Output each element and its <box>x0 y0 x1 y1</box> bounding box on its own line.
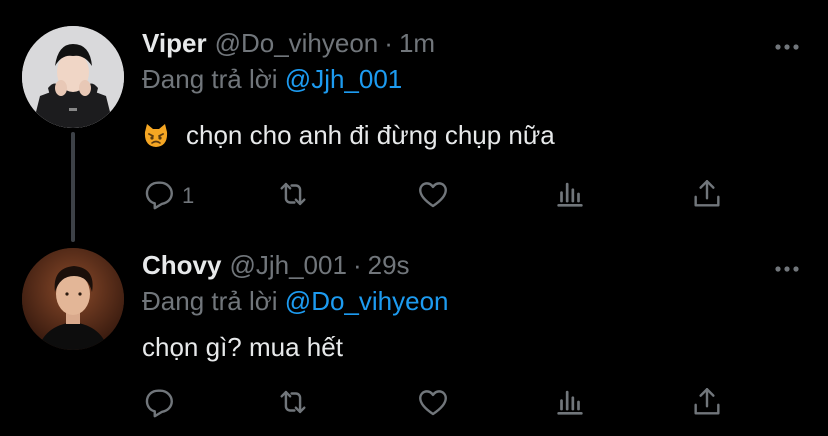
mention-link[interactable]: @Do_vihyeon <box>285 286 449 316</box>
mention-link[interactable]: @Jjh_001 <box>285 64 402 94</box>
share-icon <box>690 385 724 424</box>
replying-to-label: Đang trả lời <box>142 286 278 316</box>
tweet-text: chọn cho anh đi đừng chụp nữa <box>142 120 555 151</box>
analytics-button[interactable] <box>553 384 587 424</box>
more-icon[interactable] <box>774 40 800 52</box>
reply-icon <box>142 385 176 424</box>
user-handle[interactable]: @Jjh_001 <box>229 250 346 281</box>
more-icon[interactable] <box>774 262 800 274</box>
heart-icon <box>416 385 450 424</box>
reply-icon <box>142 177 176 216</box>
replying-to: Đang trả lời @Jjh_001 <box>142 64 402 95</box>
replying-to: Đang trả lời @Do_vihyeon <box>142 286 449 317</box>
tweet-text-content: chọn cho anh đi đừng chụp nữa <box>186 120 555 150</box>
analytics-icon <box>553 177 587 216</box>
separator: · <box>352 250 362 280</box>
replying-to-label: Đang trả lời <box>142 64 278 94</box>
tweet[interactable]: Viper @Do_vihyeon · 1m Đang trả lời @Jjh… <box>0 0 828 242</box>
tweet-text-content: chọn gì? mua hết <box>142 332 343 362</box>
heart-icon <box>416 177 450 216</box>
retweet-button[interactable] <box>276 384 310 424</box>
like-button[interactable] <box>416 176 450 216</box>
display-name[interactable]: Chovy <box>142 250 221 281</box>
timestamp[interactable]: 1m <box>399 28 435 59</box>
tweet-text: chọn gì? mua hết <box>142 332 343 363</box>
avatar[interactable] <box>22 26 124 128</box>
display-name[interactable]: Viper <box>142 28 207 59</box>
separator: · <box>384 28 393 58</box>
reply-count: 1 <box>182 183 195 208</box>
action-bar: 1 <box>142 176 742 216</box>
tweet-header: Chovy @Jjh_001 · 29s <box>142 250 410 281</box>
thread-line <box>71 132 75 242</box>
analytics-icon <box>553 385 587 424</box>
user-handle[interactable]: @Do_vihyeon <box>215 28 379 59</box>
pouting-cat-emoji <box>142 122 170 150</box>
tweet-header: Viper @Do_vihyeon · 1m <box>142 28 435 59</box>
retweet-button[interactable] <box>276 176 310 216</box>
tweet[interactable]: Chovy @Jjh_001 · 29s Đang trả lời @Do_vi… <box>0 242 828 436</box>
share-icon <box>690 177 724 216</box>
reply-button[interactable] <box>142 384 182 424</box>
reply-button[interactable]: 1 <box>142 176 194 216</box>
retweet-icon <box>276 385 310 424</box>
retweet-icon <box>276 177 310 216</box>
analytics-button[interactable] <box>553 176 587 216</box>
share-button[interactable] <box>690 176 724 216</box>
timestamp[interactable]: 29s <box>368 250 410 281</box>
action-bar <box>142 384 742 424</box>
avatar[interactable] <box>22 248 124 350</box>
share-button[interactable] <box>690 384 724 424</box>
like-button[interactable] <box>416 384 450 424</box>
